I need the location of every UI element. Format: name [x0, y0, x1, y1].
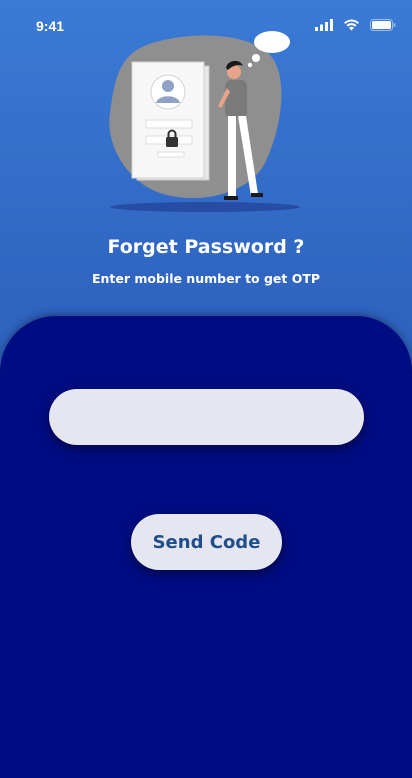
send-code-button[interactable]: Send Code [131, 514, 282, 570]
status-time: 9:41 [36, 18, 65, 34]
page-subtitle: Enter mobile number to get OTP [91, 271, 321, 286]
mobile-number-input[interactable] [49, 389, 364, 445]
form-panel: Send Code [0, 316, 412, 778]
signal-icon [315, 16, 333, 35]
battery-icon [370, 16, 396, 35]
status-icons [315, 16, 396, 35]
wifi-icon [343, 16, 360, 35]
forgot-password-illustration [100, 28, 310, 218]
page-title: Forget Password ? [107, 236, 305, 258]
